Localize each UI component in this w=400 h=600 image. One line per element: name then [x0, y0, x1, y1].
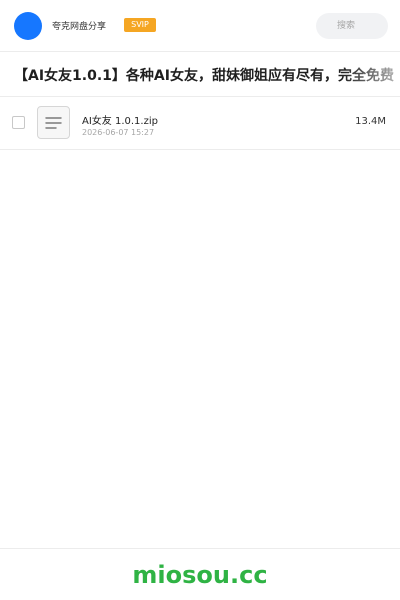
- svip-badge: SVIP: [124, 18, 156, 32]
- file-row[interactable]: AI女友 1.0.1.zip 2026-06-07 15:27 13.4M: [0, 97, 400, 150]
- header: 夸克网盘分享 SVIP 搜索: [0, 0, 400, 52]
- footer: miosou.cc: [0, 548, 400, 600]
- avatar[interactable]: [14, 12, 42, 40]
- search-placeholder: 搜索: [336, 21, 355, 31]
- share-page: 夸克网盘分享 SVIP 搜索 【AI女友1.0.1】各种AI女友，甜妹御姐应有尽…: [0, 0, 400, 600]
- file-icon: [37, 106, 70, 139]
- share-title: 【AI女友1.0.1】各种AI女友，甜妹御姐应有尽有，完全免费: [14, 68, 394, 84]
- user-name: 夸克网盘分享: [52, 22, 107, 32]
- title-fade: [342, 53, 400, 96]
- brand-logo-text[interactable]: miosou.cc: [0, 561, 400, 589]
- file-date: 2026-06-07 15:27: [82, 128, 155, 137]
- file-name[interactable]: AI女友 1.0.1.zip: [82, 112, 158, 127]
- file-size: 13.4M: [355, 116, 386, 127]
- share-title-bar: 【AI女友1.0.1】各种AI女友，甜妹御姐应有尽有，完全免费: [0, 53, 400, 97]
- search-input[interactable]: 搜索: [316, 13, 388, 39]
- file-checkbox[interactable]: [12, 116, 25, 129]
